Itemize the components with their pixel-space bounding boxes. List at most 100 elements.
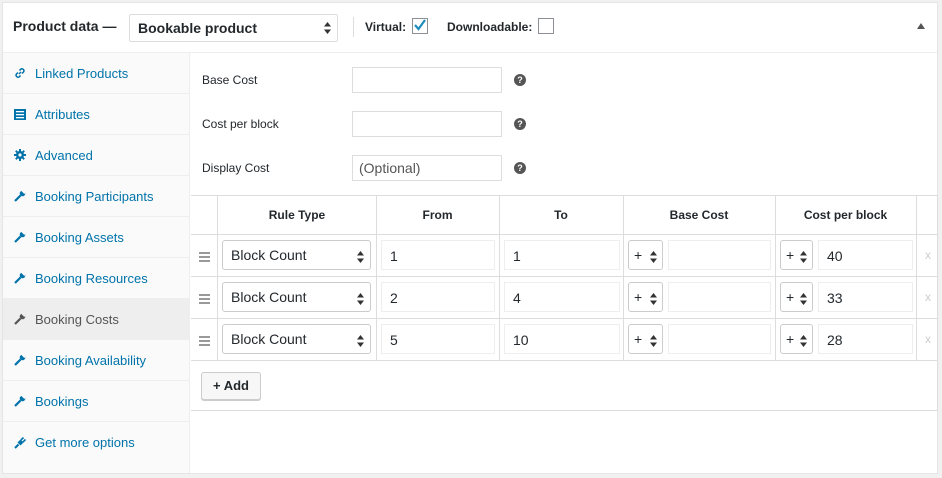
table-row: Block Count 2 4 + + 33 x bbox=[191, 277, 937, 319]
block-cost-operator[interactable]: + bbox=[780, 240, 813, 270]
remove-row-button[interactable]: x bbox=[925, 332, 931, 346]
downloadable-label: Downloadable: bbox=[447, 20, 533, 34]
tab-label: Booking Participants bbox=[35, 188, 154, 204]
tab-attributes[interactable]: Attributes bbox=[3, 94, 189, 135]
display-cost-label: Display Cost bbox=[202, 161, 270, 175]
block-cost-input[interactable]: 33 bbox=[818, 282, 913, 312]
gear-icon bbox=[13, 148, 27, 162]
operator-value: + bbox=[786, 289, 795, 305]
select-arrows-icon bbox=[324, 22, 331, 34]
base-cost-operator[interactable]: + bbox=[628, 240, 663, 270]
tab-booking-resources[interactable]: Booking Resources bbox=[3, 258, 189, 299]
select-arrows-icon bbox=[650, 335, 657, 347]
base-cost-label: Base Cost bbox=[202, 73, 258, 87]
wrench-icon bbox=[13, 394, 27, 408]
operator-value: + bbox=[634, 331, 643, 347]
wrench-icon bbox=[13, 353, 27, 367]
to-input[interactable]: 4 bbox=[504, 282, 620, 312]
tab-label: Booking Assets bbox=[35, 229, 124, 245]
drag-handle-icon[interactable] bbox=[199, 294, 210, 306]
product-data-panel: Product data — Bookable product Virtual:… bbox=[2, 2, 938, 474]
tab-label: Booking Resources bbox=[35, 270, 148, 286]
select-arrows-icon bbox=[800, 293, 807, 305]
help-icon[interactable]: ? bbox=[514, 74, 526, 86]
from-input[interactable]: 5 bbox=[381, 324, 495, 354]
cost-per-block-label: Cost per block bbox=[202, 117, 279, 131]
from-input[interactable]: 1 bbox=[381, 240, 495, 270]
checkmark-icon bbox=[414, 19, 426, 31]
product-data-header: Product data — Bookable product Virtual:… bbox=[3, 3, 937, 53]
drag-handle-icon[interactable] bbox=[199, 252, 210, 264]
downloadable-checkbox[interactable] bbox=[538, 18, 554, 34]
block-cost-operator[interactable]: + bbox=[780, 282, 813, 312]
block-cost-input[interactable]: 40 bbox=[818, 240, 913, 270]
base-cost-input[interactable] bbox=[352, 67, 502, 93]
tab-label: Booking Costs bbox=[35, 311, 119, 327]
rule-type-select[interactable]: Block Count bbox=[222, 282, 371, 312]
to-input[interactable]: 10 bbox=[504, 324, 620, 354]
rule-type-select[interactable]: Block Count bbox=[222, 240, 371, 270]
rule-type-value: Block Count bbox=[231, 331, 307, 347]
product-data-title: Product data — bbox=[13, 18, 117, 34]
help-icon[interactable]: ? bbox=[514, 118, 526, 130]
tab-label: Get more options bbox=[35, 435, 135, 450]
wrench-icon bbox=[13, 271, 27, 285]
tab-booking-assets[interactable]: Booking Assets bbox=[3, 217, 189, 258]
col-cost-per-block: Cost per block bbox=[803, 208, 888, 222]
select-arrows-icon bbox=[650, 293, 657, 305]
remove-row-button[interactable]: x bbox=[925, 290, 931, 304]
select-arrows-icon bbox=[357, 335, 364, 347]
virtual-checkbox[interactable] bbox=[412, 18, 428, 34]
header-divider bbox=[353, 17, 354, 37]
base-cost-operator[interactable]: + bbox=[628, 282, 663, 312]
base-cost-input[interactable] bbox=[668, 324, 771, 354]
display-cost-input[interactable]: (Optional) bbox=[352, 155, 502, 181]
cost-rules-table: Rule Type From To Base Cost Cost per blo… bbox=[191, 195, 938, 411]
tab-get-more-options[interactable]: Get more options bbox=[3, 422, 189, 463]
tab-booking-participants[interactable]: Booking Participants bbox=[3, 176, 189, 217]
select-arrows-icon bbox=[357, 293, 364, 305]
from-input[interactable]: 2 bbox=[381, 282, 495, 312]
operator-value: + bbox=[634, 247, 643, 263]
tab-label: Attributes bbox=[35, 106, 90, 122]
cost-per-block-input[interactable] bbox=[352, 111, 502, 137]
block-cost-input[interactable]: 28 bbox=[818, 324, 913, 354]
select-arrows-icon bbox=[800, 335, 807, 347]
operator-value: + bbox=[634, 289, 643, 305]
help-icon[interactable]: ? bbox=[514, 162, 526, 174]
table-row: Block Count 1 1 + + 40 x bbox=[191, 235, 937, 277]
wrench-icon bbox=[13, 230, 27, 244]
base-cost-input[interactable] bbox=[668, 240, 771, 270]
base-cost-input[interactable] bbox=[668, 282, 771, 312]
wrench-icon bbox=[13, 189, 27, 203]
remove-row-button[interactable]: x bbox=[925, 248, 931, 262]
link-icon bbox=[13, 66, 27, 80]
tab-advanced[interactable]: Advanced bbox=[3, 135, 189, 176]
collapse-arrow-icon[interactable] bbox=[917, 23, 925, 29]
tab-booking-costs[interactable]: Booking Costs bbox=[3, 299, 189, 340]
rule-type-select[interactable]: Block Count bbox=[222, 324, 371, 354]
plug-icon bbox=[13, 436, 27, 450]
cost-per-block-row: Cost per block ? bbox=[191, 111, 938, 137]
select-arrows-icon bbox=[650, 251, 657, 263]
tab-label: Advanced bbox=[35, 147, 93, 163]
display-cost-row: Display Cost (Optional) ? bbox=[191, 155, 938, 181]
tab-linked-products[interactable]: Linked Products bbox=[3, 53, 189, 94]
to-input[interactable]: 1 bbox=[504, 240, 620, 270]
col-from: From bbox=[422, 208, 453, 222]
tab-label: Booking Availability bbox=[35, 352, 147, 368]
rule-type-value: Block Count bbox=[231, 247, 307, 263]
tab-bookings[interactable]: Bookings bbox=[3, 381, 189, 422]
table-row: Block Count 5 10 + + 28 x bbox=[191, 319, 937, 361]
select-arrows-icon bbox=[357, 251, 364, 263]
product-type-select[interactable]: Bookable product bbox=[129, 14, 338, 42]
col-to: To bbox=[554, 208, 568, 222]
block-cost-operator[interactable]: + bbox=[780, 324, 813, 354]
drag-handle-icon[interactable] bbox=[199, 336, 210, 348]
add-rule-button[interactable]: + Add bbox=[201, 372, 261, 400]
operator-value: + bbox=[786, 247, 795, 263]
tab-booking-availability[interactable]: Booking Availability bbox=[3, 340, 189, 381]
list-icon bbox=[13, 107, 27, 121]
product-data-tabs: Linked Products Attributes Advanced Book… bbox=[3, 53, 190, 473]
base-cost-operator[interactable]: + bbox=[628, 324, 663, 354]
